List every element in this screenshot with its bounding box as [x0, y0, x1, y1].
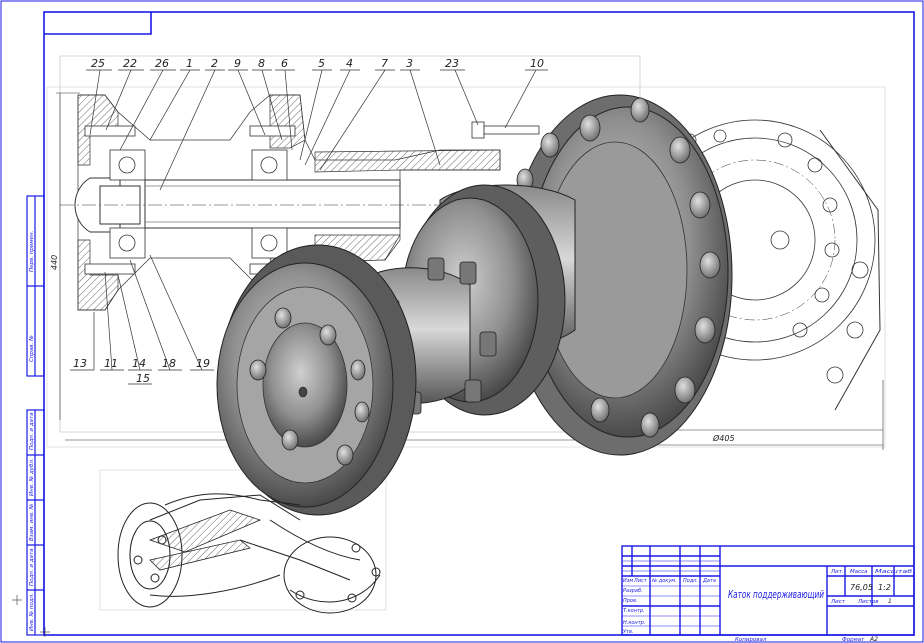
dimension-diameter-label: Ø405: [712, 433, 735, 443]
sheet-label: Лист: [830, 599, 846, 605]
title-block-col-headers: Изм Лист № докум. Подп. Дата: [623, 578, 716, 584]
callout-10: 10: [530, 57, 544, 70]
drawing-sheet: Перв. примен. Справ. № Подп. и дата Инв.…: [0, 0, 924, 643]
row-label-checker: Пров.: [623, 598, 638, 604]
side-stamp-6: Подп. и дата: [29, 548, 35, 586]
scale-value: 1:2: [878, 583, 891, 592]
drawing-title: Каток поддерживающий: [728, 589, 824, 601]
col-header-sign: Подп.: [683, 578, 698, 584]
row-label-tech-control: Т.контр.: [623, 608, 645, 614]
col-header-document: № докум.: [651, 578, 677, 584]
dimension-height-label: 440: [50, 255, 59, 270]
header-mass: Масса: [850, 569, 868, 575]
sheets-label: Листов: [857, 599, 879, 605]
side-stamp-1: Перв. примен.: [29, 230, 35, 272]
side-stamp-5: Взам. инв. №: [29, 503, 35, 541]
side-stamp-2: Справ. №: [29, 335, 35, 362]
row-label-approved: Утв.: [623, 629, 634, 635]
callout-6: 6: [281, 57, 288, 70]
callout-14: 14: [132, 357, 146, 370]
callout-7: 7: [381, 57, 388, 70]
callout-15: 15: [136, 372, 150, 385]
copied-label: Копировал: [735, 637, 767, 643]
callout-5: 5: [318, 57, 325, 70]
side-stamp-7: Инв. № подл.: [29, 593, 35, 631]
format-value: A2: [869, 636, 878, 643]
callout-4: 4: [346, 57, 353, 70]
col-header-sheet: Лист: [633, 578, 648, 584]
callout-13: 13: [73, 357, 87, 370]
callout-25: 25: [91, 57, 105, 70]
header-scale: Масштаб: [875, 569, 913, 575]
title-block-row-labels: Разраб. Пров. Т.контр. Н.контр. Утв.: [623, 588, 645, 635]
callout-18: 18: [162, 357, 176, 370]
callouts-top: 25 22 26 1 2 9 8 6 5 4 7 3 23 10: [91, 57, 544, 70]
header-letter: Лит.: [830, 569, 844, 575]
callout-1: 1: [186, 57, 193, 70]
dimension-height: 440: [50, 92, 80, 420]
side-stamp-labels: Перв. примен. Справ. № Подп. и дата Инв.…: [29, 230, 35, 631]
row-label-norm-control: Н.контр.: [623, 620, 645, 626]
callout-23: 23: [445, 57, 459, 70]
side-stamp-3: Подп. и дата: [29, 412, 35, 450]
mass-value: 76,05: [850, 583, 873, 592]
callout-8: 8: [258, 57, 265, 70]
sheets-count: 1: [888, 598, 892, 605]
callout-11: 11: [104, 357, 118, 370]
callouts-bottom: 13 11 14 15 18 19: [73, 357, 210, 385]
callout-19: 19: [196, 357, 210, 370]
col-header-change: Изм: [623, 578, 633, 584]
side-stamp-4: Инв. № дубл.: [29, 458, 35, 496]
callout-26: 26: [155, 57, 169, 70]
row-label-developer: Разраб.: [623, 588, 643, 594]
callout-3: 3: [406, 57, 413, 70]
col-header-date: Дата: [702, 578, 716, 584]
top-left-designation-box: [44, 12, 152, 35]
format-label: Формат: [842, 637, 865, 643]
callout-2: 2: [211, 57, 218, 70]
callout-22: 22: [123, 57, 137, 70]
callout-9: 9: [234, 57, 241, 70]
